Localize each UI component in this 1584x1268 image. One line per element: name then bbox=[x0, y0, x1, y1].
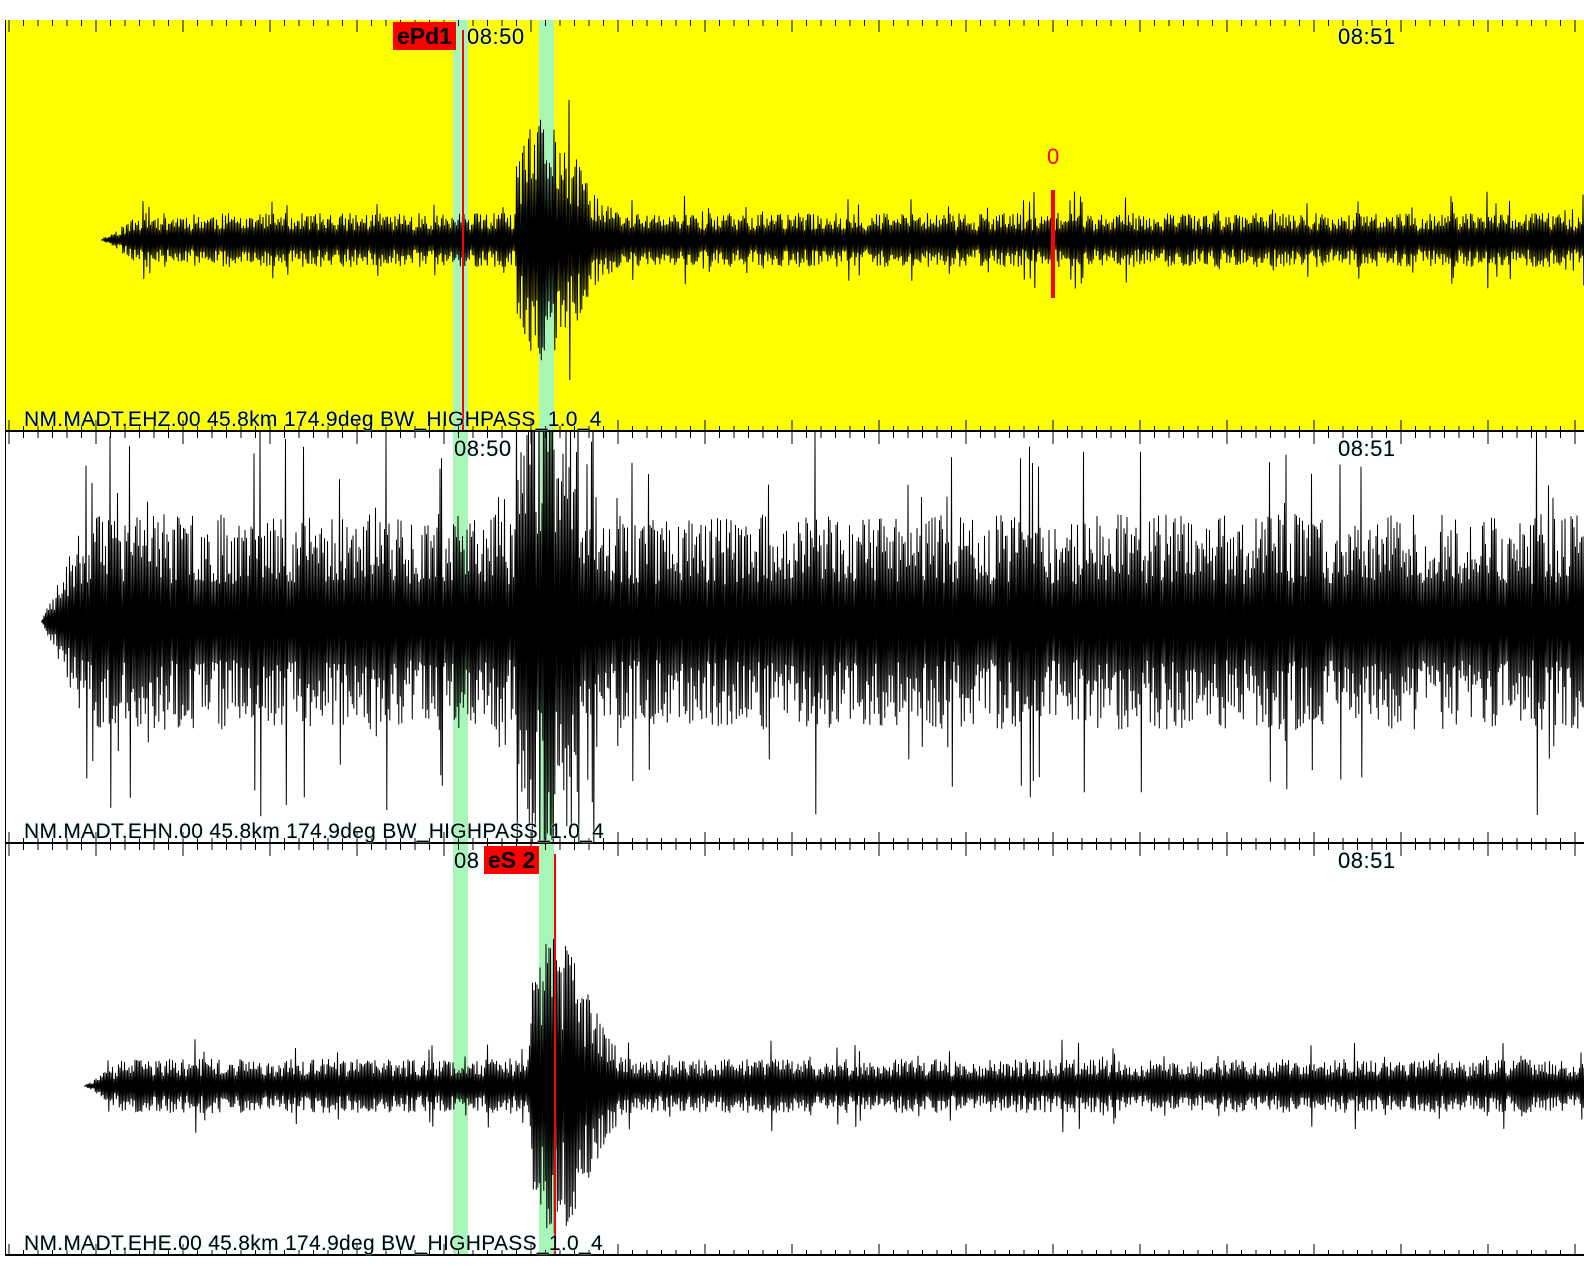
seismogram-viewer: ePd1 08:50 08:51 0 NM.MADT.EHZ.00 45.8km… bbox=[0, 0, 1584, 1268]
trace-panel-ehn[interactable]: 08:50 08:51 NM.MADT.EHN.00 45.8km 174.9d… bbox=[5, 432, 1584, 844]
time-label-0850: 08:50 bbox=[454, 436, 512, 461]
trace-canvas-ehn bbox=[6, 432, 1584, 844]
amplitude-marker-label: 0 bbox=[1047, 144, 1060, 169]
channel-label-ehz: NM.MADT.EHZ.00 45.8km 174.9deg BW_HIGHPA… bbox=[24, 408, 602, 431]
trace-panel-ehz[interactable]: ePd1 08:50 08:51 0 NM.MADT.EHZ.00 45.8km… bbox=[5, 20, 1584, 432]
trace-canvas-ehz bbox=[6, 20, 1584, 432]
channel-label-ehn: NM.MADT.EHN.00 45.8km 174.9deg BW_HIGHPA… bbox=[24, 820, 605, 843]
trace-canvas-ehe bbox=[6, 844, 1584, 1256]
channel-label-ehe: NM.MADT.EHE.00 45.8km 174.9deg BW_HIGHPA… bbox=[24, 1232, 603, 1255]
pick-label-epd1[interactable]: ePd1 bbox=[393, 22, 456, 50]
pick-label-es2[interactable]: eS 2 bbox=[484, 846, 540, 874]
panel-background bbox=[6, 844, 1584, 1256]
time-label-0850: 08:50 bbox=[467, 24, 525, 49]
time-label-0851: 08:51 bbox=[1338, 848, 1396, 873]
window-band-p bbox=[453, 844, 468, 1256]
time-label-08-partial: 08 bbox=[454, 848, 480, 873]
time-label-0851: 08:51 bbox=[1338, 24, 1396, 49]
trace-panel-ehe[interactable]: 08 eS 2 08:51 NM.MADT.EHE.00 45.8km 174.… bbox=[5, 844, 1584, 1256]
time-label-0851: 08:51 bbox=[1338, 436, 1396, 461]
